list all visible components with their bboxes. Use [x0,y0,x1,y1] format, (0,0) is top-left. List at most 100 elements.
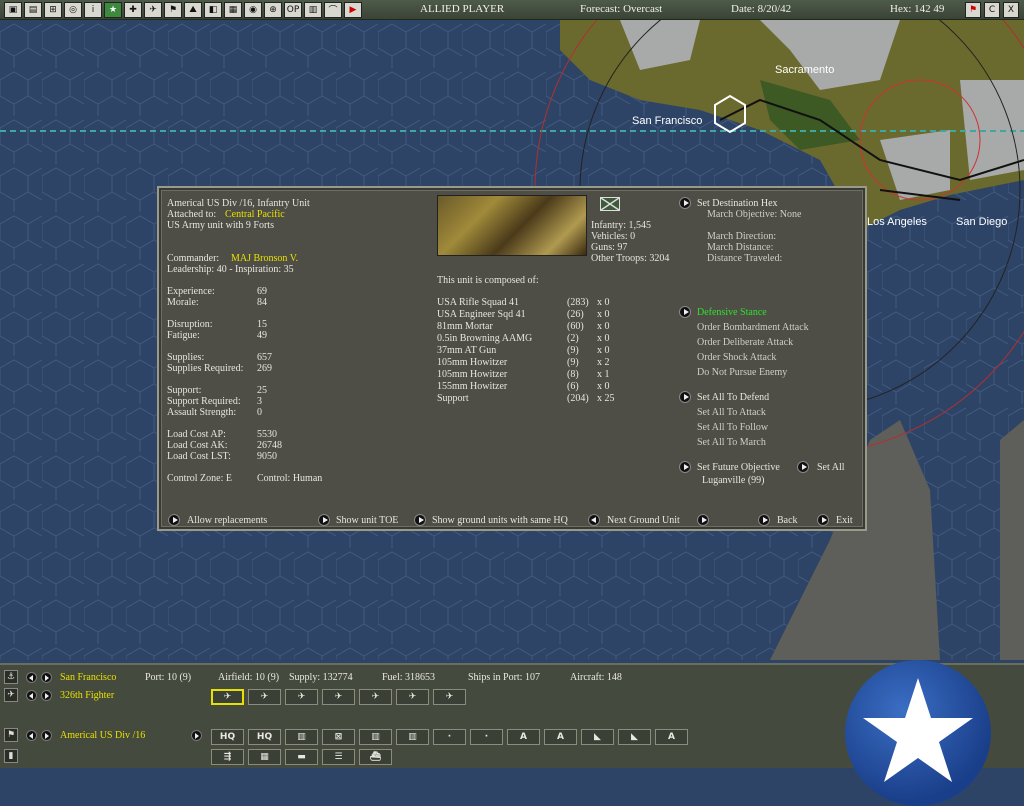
unit-slot[interactable]: ✈ [322,689,355,705]
unit-slot[interactable]: ▥ [396,729,429,745]
settings-icon[interactable]: ⊞ [44,1,62,18]
stance-option[interactable]: Defensive Stance [697,307,767,318]
attached-value[interactable]: Central Pacific [225,209,285,220]
op-icon[interactable]: OP [284,1,302,18]
unit-slot[interactable]: ⇶ [211,749,244,765]
set-all-defend[interactable]: Set All To Defend [697,392,769,403]
same-hq-arrow-icon[interactable] [414,514,426,526]
exit-arrow-icon[interactable] [817,514,829,526]
flag-icon[interactable]: ⚑ [164,1,182,18]
aircraft-value: Aircraft: 148 [570,672,622,683]
unit-slot[interactable]: ✈ [396,689,429,705]
set-all-attack[interactable]: Set All To Attack [697,407,766,418]
troops-guns: Guns: 97 [591,242,628,253]
set-all-objective-button[interactable]: Set All [817,462,845,473]
set-future-objective-button[interactable]: Set Future Objective [697,462,780,473]
ship-icon[interactable]: ⛰ [184,1,202,18]
map-icon[interactable]: ◧ [204,1,222,18]
exit-x-icon[interactable]: X [1003,2,1019,18]
back-arrow-icon[interactable] [758,514,770,526]
replacements-arrow-icon[interactable] [168,514,180,526]
same-hq-button[interactable]: Show ground units with same HQ [432,515,568,526]
stat-value: 25 [257,385,267,396]
set-all-march[interactable]: Set All To March [697,437,766,448]
unit-slot[interactable]: · [470,729,503,745]
base-icon[interactable]: ▦ [224,1,242,18]
unit-slot[interactable]: ⊠ [322,729,355,745]
ships-value: Ships in Port: 107 [468,672,540,683]
airplane-icon[interactable]: ✈ [4,688,18,702]
stance-arrow-icon[interactable] [679,306,691,318]
prev-air-unit-icon[interactable] [26,690,37,701]
anchor-icon[interactable]: ⚓ [4,670,18,684]
march-objective: March Objective: None [707,209,802,220]
flag-small-icon[interactable]: ⚑ [4,728,18,742]
toe-arrow-icon[interactable] [318,514,330,526]
unit-slot[interactable]: ✈ [433,689,466,705]
grid-icon[interactable]: ▥ [304,1,322,18]
base-name[interactable]: San Francisco [60,672,116,683]
binoculars-icon[interactable]: ◎ [64,1,82,18]
next-ground-unit-icon[interactable] [41,730,52,741]
unit-slot[interactable]: HQ [211,729,244,745]
info-icon[interactable]: i [84,1,102,18]
next-air-unit-icon[interactable] [41,690,52,701]
prev-base-icon[interactable] [26,672,37,683]
search-icon[interactable]: ⊕ [264,1,282,18]
stat-label: Support: [167,385,202,396]
flag-icon[interactable]: ⚑ [965,2,981,18]
set-destination-arrow-icon[interactable] [679,197,691,209]
star-icon[interactable]: ★ [104,1,122,18]
unit-slot[interactable]: · [433,729,466,745]
stat-value: 269 [257,363,272,374]
unit-slot[interactable]: ✈ [359,689,392,705]
stat-label: Load Cost AK: [167,440,228,451]
stance-option[interactable]: Do Not Pursue Enemy [697,367,787,378]
unit-slot[interactable]: ✈ [285,689,318,705]
air-unit-name[interactable]: 326th Fighter [60,690,114,701]
prev-ground-unit-icon[interactable] [26,730,37,741]
future-objective-arrow-icon[interactable] [679,461,691,473]
stance-option[interactable]: Order Shock Attack [697,352,776,363]
back-button[interactable]: Back [777,515,798,526]
unit-slot[interactable]: ▥ [285,729,318,745]
allow-replacements-button[interactable]: Allow replacements [187,515,267,526]
commander-value[interactable]: MAJ Bronson V. [231,253,298,264]
stance-option[interactable]: Order Bombardment Attack [697,322,809,333]
set-all-objective-arrow-icon[interactable] [797,461,809,473]
prev-unit-arrow-icon[interactable] [588,514,600,526]
set-destination-button[interactable]: Set Destination Hex [697,198,778,209]
unit-slot[interactable]: ✈ [248,689,281,705]
unit-slot[interactable]: ▥ [359,729,392,745]
unit-slot[interactable]: A [507,729,540,745]
unit-slot[interactable]: A [655,729,688,745]
unit-slot[interactable]: ◣ [618,729,651,745]
fighter-icon[interactable]: ✈ [144,1,162,18]
save-icon[interactable]: ▣ [4,1,22,18]
ground-unit-name[interactable]: Americal US Div /16 [60,730,145,741]
aircraft-icon[interactable]: ✚ [124,1,142,18]
close-c-icon[interactable]: C [984,2,1000,18]
stance-option[interactable]: Order Deliberate Attack [697,337,793,348]
ship-small-icon[interactable]: ▮ [4,749,18,763]
unit-slot[interactable]: ✈ [211,689,244,705]
next-base-icon[interactable] [41,672,52,683]
unit-slot[interactable]: HQ [248,729,281,745]
unit-detail-panel: Americal US Div /16, Infantry Unit Attac… [157,186,867,531]
set-all-arrow-icon[interactable] [679,391,691,403]
unit-slot[interactable]: ⛴ [359,749,392,765]
set-all-follow[interactable]: Set All To Follow [697,422,768,433]
unit-slot[interactable]: A [544,729,577,745]
ground-unit-arrow-icon[interactable] [191,730,202,741]
unit-slot[interactable]: ▬ [285,749,318,765]
report-icon[interactable]: ▤ [24,1,42,18]
show-toe-button[interactable]: Show unit TOE [336,515,398,526]
globe-icon[interactable]: ◉ [244,1,262,18]
unit-slot[interactable]: ☰ [322,749,355,765]
sound-icon[interactable]: ⌒ [324,1,342,18]
unit-slot[interactable]: ▦ [248,749,281,765]
next-unit-arrow-icon[interactable] [697,514,709,526]
unit-slot[interactable]: ◣ [581,729,614,745]
exit-button[interactable]: Exit [836,515,853,526]
end-turn-icon[interactable]: ▶ [344,1,362,18]
